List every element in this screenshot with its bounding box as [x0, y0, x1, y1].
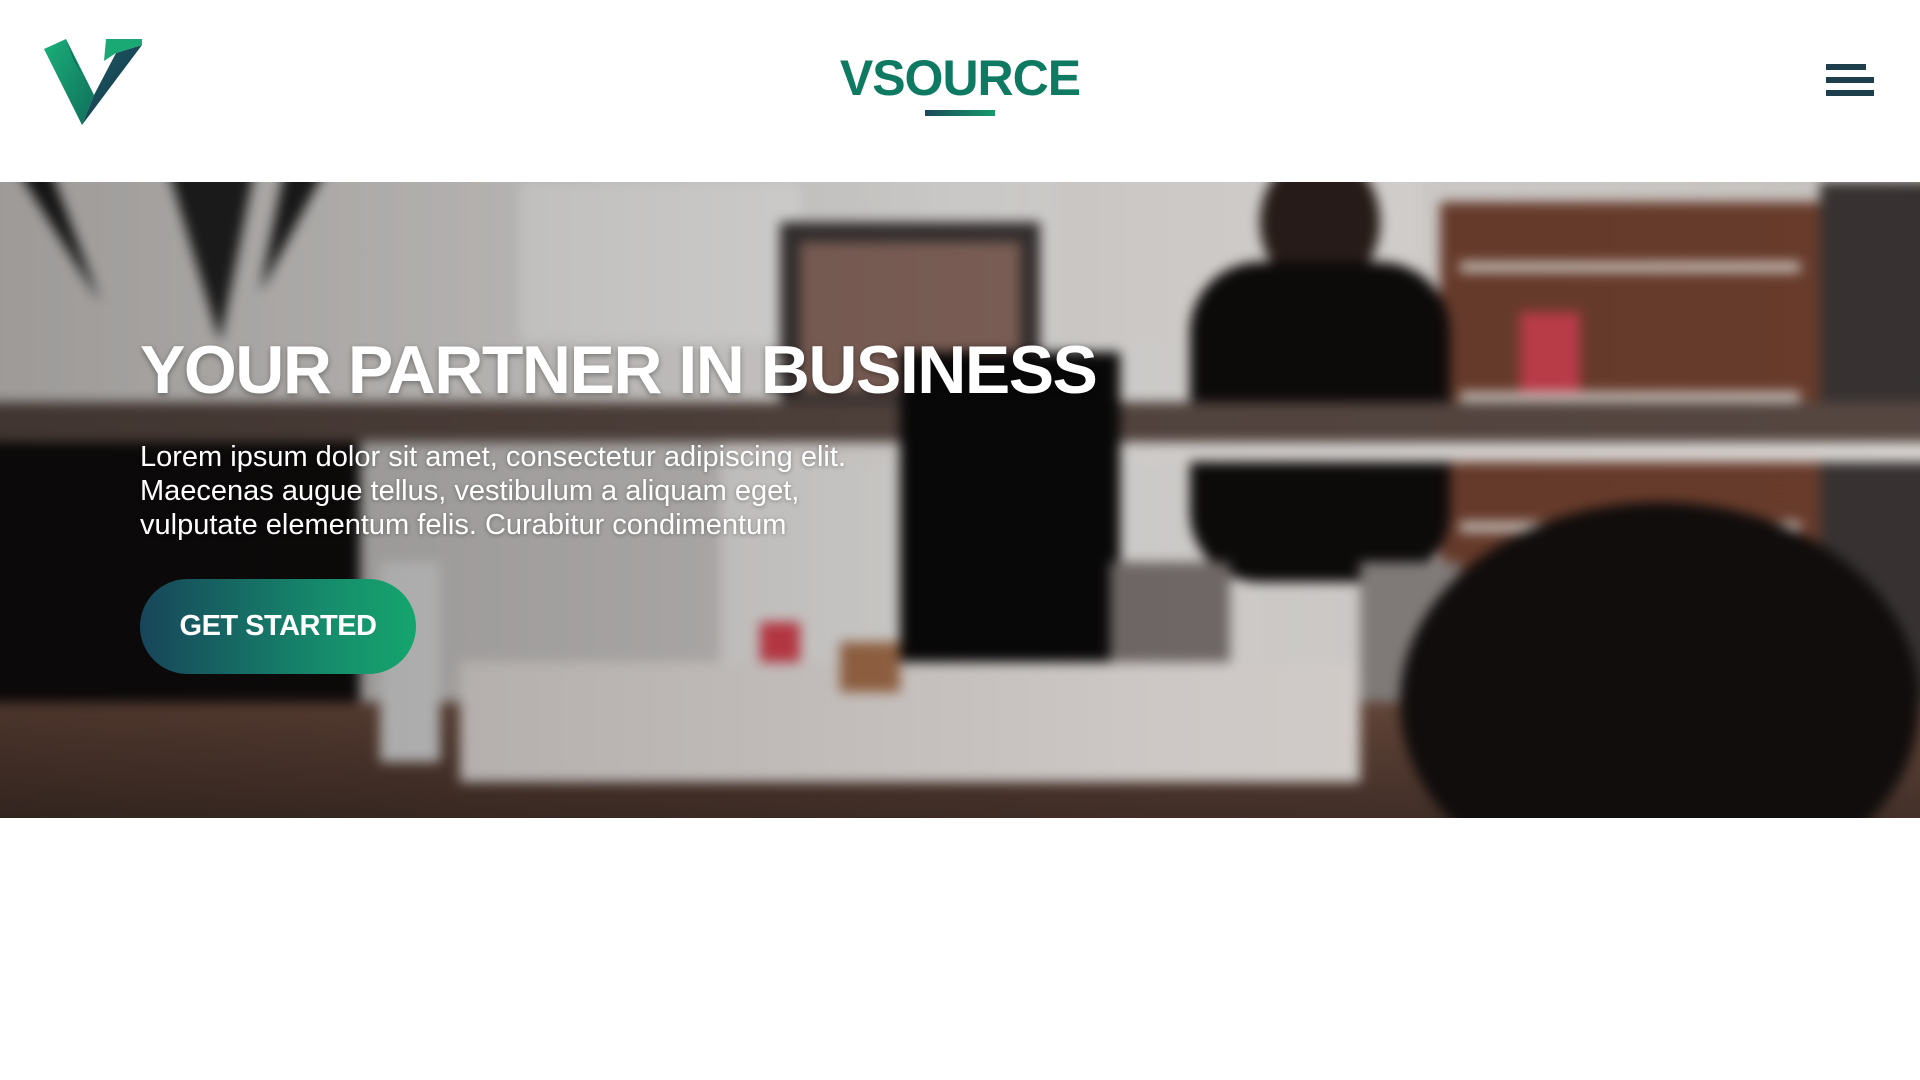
menu-bar: [1826, 77, 1874, 83]
brand-wrap: VSOURCE: [0, 50, 1920, 106]
menu-bar: [1826, 64, 1866, 70]
get-started-button[interactable]: GET STARTED: [140, 579, 416, 674]
hero-description: Lorem ipsum dolor sit amet, consectetur …: [140, 440, 960, 542]
menu-bar: [1826, 90, 1874, 96]
brand-underline: [925, 110, 995, 116]
hero-section: YOUR PARTNER IN BUSINESS Lorem ipsum dol…: [0, 182, 1920, 818]
site-header: VSOURCE: [0, 0, 1920, 182]
hero-text-line: vulputate elementum felis. Curabitur con…: [140, 509, 787, 541]
lower-section: [0, 818, 1920, 1080]
hero-text-line: Maecenas augue tellus, vestibulum a aliq…: [140, 475, 800, 507]
hero-title: YOUR PARTNER IN BUSINESS: [140, 332, 1098, 408]
hamburger-menu-icon[interactable]: [1818, 60, 1874, 104]
hero-text-line: Lorem ipsum dolor sit amet, consectetur …: [140, 441, 846, 473]
brand-name[interactable]: VSOURCE: [840, 50, 1081, 106]
